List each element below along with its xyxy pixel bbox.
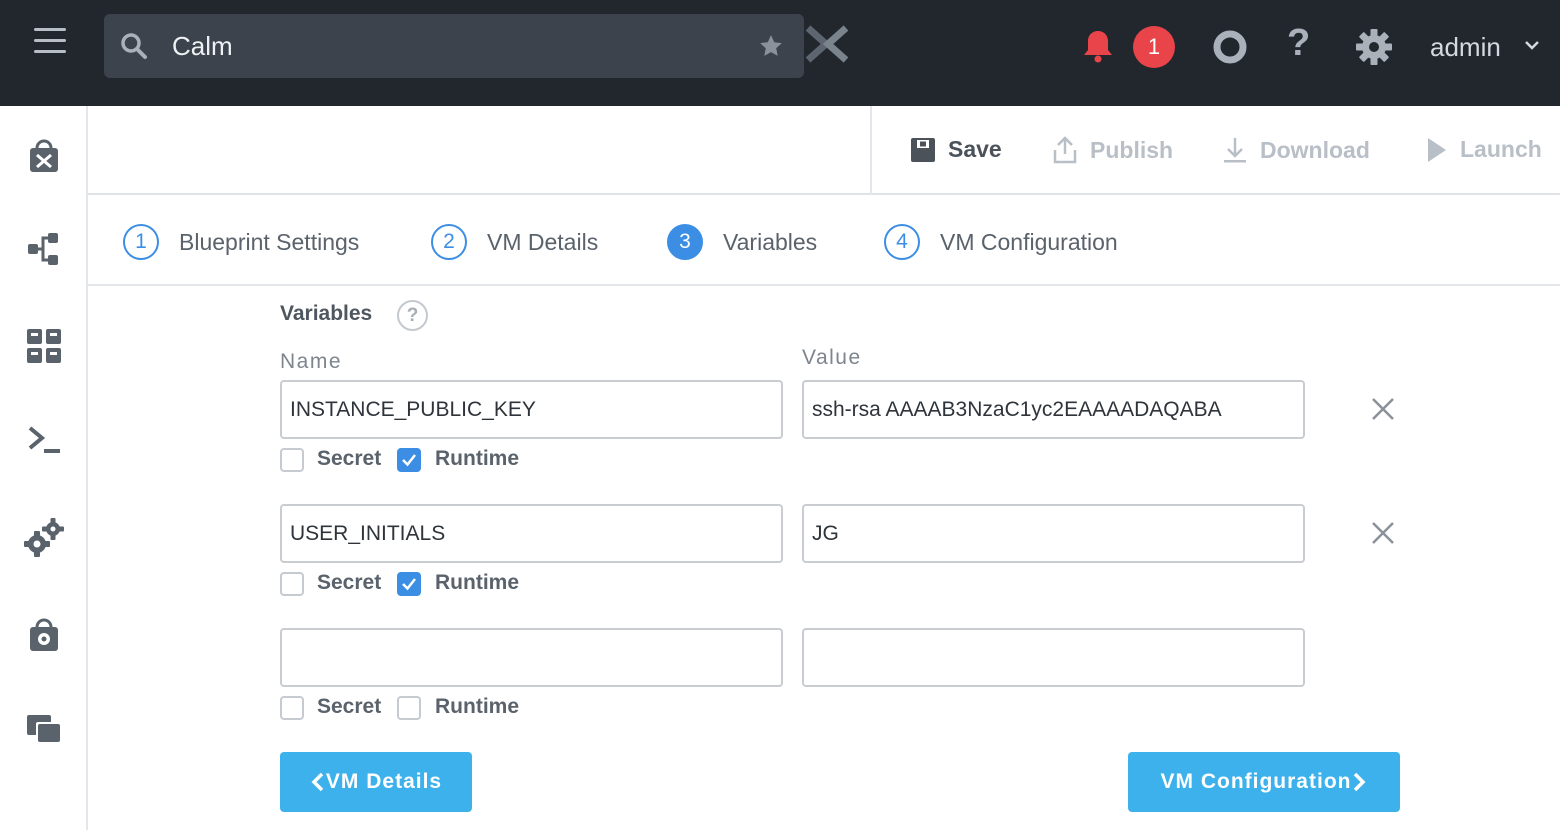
download-icon xyxy=(1224,138,1246,163)
close-icon[interactable] xyxy=(1369,395,1397,423)
variable-value-input[interactable]: JG xyxy=(802,504,1305,563)
step-blueprint-settings[interactable]: 1 Blueprint Settings xyxy=(123,224,359,260)
search-input[interactable]: Calm xyxy=(172,31,233,62)
runtime-label: Runtime xyxy=(435,447,519,470)
help-icon[interactable]: ? xyxy=(1287,22,1310,65)
secret-label: Secret xyxy=(317,447,382,470)
bell-icon[interactable] xyxy=(1080,28,1116,64)
launch-label: Launch xyxy=(1460,136,1542,162)
save-icon xyxy=(911,137,935,162)
secret-checkbox[interactable] xyxy=(280,696,304,720)
section-title: Variables xyxy=(280,302,373,325)
variable-value-input[interactable]: ssh-rsa AAAAB3NzaC1yc2EAAAADAQABA xyxy=(802,380,1305,439)
variable-name-input[interactable]: INSTANCE_PUBLIC_KEY xyxy=(280,380,783,439)
secret-checkbox[interactable] xyxy=(280,572,304,596)
help-icon[interactable]: ? xyxy=(397,300,428,331)
step-variables[interactable]: 3 Variables xyxy=(667,224,817,260)
sidebar xyxy=(0,106,88,830)
launch-button[interactable]: Launch xyxy=(1426,136,1542,163)
chevron-left-icon xyxy=(311,772,324,792)
blueprints-icon[interactable] xyxy=(22,227,66,271)
step-vm-details[interactable]: 2 VM Details xyxy=(431,224,598,260)
runbooks-icon[interactable] xyxy=(22,418,66,462)
step-number: 4 xyxy=(884,224,920,260)
save-label: Save xyxy=(948,136,1002,162)
apps-icon[interactable] xyxy=(22,324,66,368)
ring-icon[interactable] xyxy=(1212,29,1248,65)
user-menu[interactable]: admin xyxy=(1430,32,1501,63)
secret-label: Secret xyxy=(317,571,382,594)
action-bar: Save Publish Download Launch xyxy=(88,106,1560,195)
search-bar[interactable]: Calm xyxy=(104,14,804,78)
secret-checkbox[interactable] xyxy=(280,448,304,472)
settings-icon[interactable] xyxy=(22,516,66,560)
search-icon xyxy=(121,33,147,59)
previous-step-label: VM Details xyxy=(325,770,443,793)
notification-badge[interactable]: 1 xyxy=(1133,26,1175,68)
previous-step-button[interactable]: VM Details xyxy=(280,752,472,812)
value-column-header: Value xyxy=(802,346,862,369)
runtime-checkbox[interactable] xyxy=(397,696,421,720)
download-label: Download xyxy=(1260,136,1370,163)
publish-button[interactable]: Publish xyxy=(1052,136,1173,164)
variable-value-input[interactable] xyxy=(802,628,1305,687)
step-vm-configuration[interactable]: 4 VM Configuration xyxy=(884,224,1118,260)
marketplace-icon[interactable] xyxy=(22,134,66,178)
star-icon[interactable] xyxy=(758,33,784,59)
runtime-checkbox[interactable] xyxy=(397,572,421,596)
next-step-label: VM Configuration xyxy=(1160,770,1352,793)
secret-label: Secret xyxy=(317,695,382,718)
step-label: VM Details xyxy=(487,228,599,255)
save-button[interactable]: Save xyxy=(910,136,1002,163)
projects-icon[interactable] xyxy=(22,707,66,751)
step-number: 3 xyxy=(667,224,703,260)
step-number: 1 xyxy=(123,224,159,260)
play-icon xyxy=(1428,137,1446,162)
step-label: Blueprint Settings xyxy=(179,228,360,255)
divider xyxy=(870,106,872,195)
chevron-down-icon[interactable] xyxy=(1523,38,1541,52)
gear-icon[interactable] xyxy=(1354,27,1394,67)
menu-icon[interactable] xyxy=(34,28,66,60)
marketplace-manager-icon[interactable] xyxy=(22,613,66,657)
variable-name-input[interactable]: USER_INITIALS xyxy=(280,504,783,563)
runtime-label: Runtime xyxy=(435,571,519,594)
close-icon[interactable] xyxy=(1369,519,1397,547)
check-icon xyxy=(402,578,416,591)
step-number: 2 xyxy=(431,224,467,260)
upload-icon xyxy=(1053,136,1077,164)
step-label: VM Configuration xyxy=(940,228,1118,255)
nutanix-logo-icon xyxy=(805,25,849,63)
top-bar: Calm 1 ? admin xyxy=(0,0,1560,106)
download-button[interactable]: Download xyxy=(1222,136,1370,164)
variable-name-input[interactable] xyxy=(280,628,783,687)
chevron-right-icon xyxy=(1354,772,1366,792)
check-icon xyxy=(402,454,416,467)
name-column-header: Name xyxy=(280,350,343,373)
step-label: Variables xyxy=(723,228,818,255)
runtime-label: Runtime xyxy=(435,695,519,718)
runtime-checkbox[interactable] xyxy=(397,448,421,472)
next-step-button[interactable]: VM Configuration xyxy=(1128,752,1400,812)
wizard-steps: 1 Blueprint Settings 2 VM Details 3 Vari… xyxy=(88,195,1560,286)
publish-label: Publish xyxy=(1090,136,1174,163)
